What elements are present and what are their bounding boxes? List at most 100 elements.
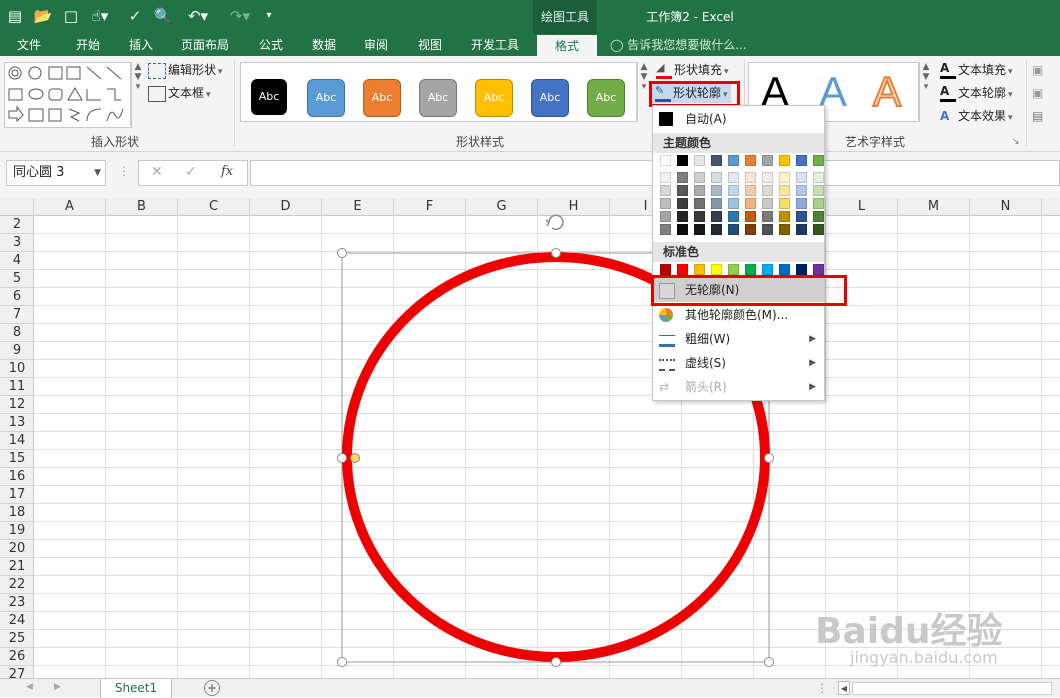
color-swatch[interactable] [677,224,688,235]
color-swatch[interactable] [660,224,671,235]
color-swatch[interactable] [711,224,722,235]
open-folder-icon[interactable]: 📂 [32,5,54,27]
menu-item-automatic[interactable]: 自动(A) [653,107,824,131]
menu-item-weight[interactable]: 粗细(W) ▶ [653,327,824,351]
tab-data[interactable]: 数据 [300,34,348,56]
print-preview-icon[interactable]: 🔍 [152,5,174,27]
rotate-handle-icon[interactable] [545,214,564,230]
text-fill-button[interactable]: A 文本填充 ▾ [940,60,1013,80]
tab-view[interactable]: 视图 [406,34,454,56]
adjust-handle[interactable] [350,453,360,463]
new-document-icon[interactable]: □ [60,5,82,27]
color-swatch[interactable] [813,172,824,183]
resize-handle[interactable] [551,248,561,258]
color-swatch[interactable] [660,198,671,209]
tab-file[interactable]: 文件 [6,34,52,56]
tab-insert[interactable]: 插入 [116,34,166,56]
color-swatch[interactable] [728,211,739,222]
insert-function-icon[interactable]: fx [221,164,233,179]
color-swatch[interactable] [711,155,722,166]
color-swatch[interactable] [779,198,790,209]
scroll-right-icon[interactable]: ▶ [54,682,61,692]
sheet-tab[interactable]: Sheet1 [100,679,172,698]
color-swatch[interactable] [728,198,739,209]
color-swatch[interactable] [813,264,824,275]
spelling-check-icon[interactable]: ✓ [124,5,146,27]
color-swatch[interactable] [745,224,756,235]
tab-format[interactable]: 格式 [537,35,597,56]
menu-item-dashes[interactable]: 虚线(S) ▶ [653,351,824,375]
color-swatch[interactable] [677,264,688,275]
color-swatch[interactable] [677,211,688,222]
color-swatch[interactable] [796,185,807,196]
add-sheet-icon[interactable]: + [204,680,220,696]
color-swatch[interactable] [677,155,688,166]
color-swatch[interactable] [728,155,739,166]
tab-review[interactable]: 审阅 [352,34,400,56]
dialog-launcher-icon[interactable]: ↘ [1012,132,1020,152]
color-swatch[interactable] [779,264,790,275]
tab-developer[interactable]: 开发工具 [460,34,530,56]
shape-style-preset-4[interactable]: Abc [419,79,457,117]
touch-mode-icon[interactable]: ☝▾ [86,5,114,27]
color-swatch[interactable] [813,211,824,222]
color-swatch[interactable] [813,155,824,166]
color-swatch[interactable] [728,264,739,275]
color-swatch[interactable] [660,155,671,166]
color-swatch[interactable] [796,264,807,275]
resize-handle[interactable] [337,248,347,258]
name-box[interactable]: 同心圆 3 ▼ [6,160,106,186]
shape-style-preset-7[interactable]: Abc [587,79,625,117]
enter-icon[interactable]: ✓ [185,164,197,180]
tell-me-box[interactable]: ◯ 告诉我您想要做什么... [610,34,747,56]
color-swatch[interactable] [711,198,722,209]
color-swatch[interactable] [728,172,739,183]
color-swatch[interactable] [779,224,790,235]
horizontal-scrollbar[interactable] [852,682,1052,695]
color-swatch[interactable] [711,185,722,196]
color-swatch[interactable] [762,172,773,183]
color-swatch[interactable] [796,155,807,166]
shape-style-preset-3[interactable]: Abc [363,79,401,117]
color-swatch[interactable] [762,155,773,166]
color-swatch[interactable] [660,264,671,275]
cancel-icon[interactable]: ✕ [151,164,163,180]
color-swatch[interactable] [745,172,756,183]
color-swatch[interactable] [694,211,705,222]
name-box-dropdown-icon[interactable]: ▼ [94,161,101,185]
scroll-left-icon[interactable]: ◀ [26,682,33,692]
shape-style-preset-1[interactable]: Abc [251,79,287,115]
color-swatch[interactable] [779,172,790,183]
color-swatch[interactable] [813,185,824,196]
color-swatch[interactable] [694,185,705,196]
shapes-gallery[interactable] [4,62,132,128]
text-outline-button[interactable]: A 文本轮廓 ▾ [940,83,1013,103]
color-swatch[interactable] [660,172,671,183]
color-swatch[interactable] [694,172,705,183]
save-icon[interactable]: ▤ [4,5,26,27]
color-swatch[interactable] [779,211,790,222]
color-swatch[interactable] [779,185,790,196]
resize-handle[interactable] [764,453,774,463]
color-swatch[interactable] [677,198,688,209]
shapes-scroll[interactable]: ▲ ▼ ▾ [130,62,145,126]
resize-handle[interactable] [337,657,347,667]
color-swatch[interactable] [660,185,671,196]
wordart-preset-orange[interactable]: A [872,68,902,116]
wordart-scroll[interactable]: ▲ ▼ ▾ [918,62,933,120]
color-swatch[interactable] [745,198,756,209]
color-swatch[interactable] [711,264,722,275]
color-swatch[interactable] [694,198,705,209]
color-swatch[interactable] [694,155,705,166]
resize-handle[interactable] [337,453,347,463]
color-swatch[interactable] [745,264,756,275]
shape-style-preset-6[interactable]: Abc [531,79,569,117]
color-swatch[interactable] [762,198,773,209]
color-swatch[interactable] [694,264,705,275]
color-swatch[interactable] [813,198,824,209]
menu-item-more-outline-colors[interactable]: 其他轮廓颜色(M)... [653,303,824,327]
color-swatch[interactable] [745,155,756,166]
color-swatch[interactable] [762,224,773,235]
color-swatch[interactable] [813,224,824,235]
color-swatch[interactable] [711,172,722,183]
